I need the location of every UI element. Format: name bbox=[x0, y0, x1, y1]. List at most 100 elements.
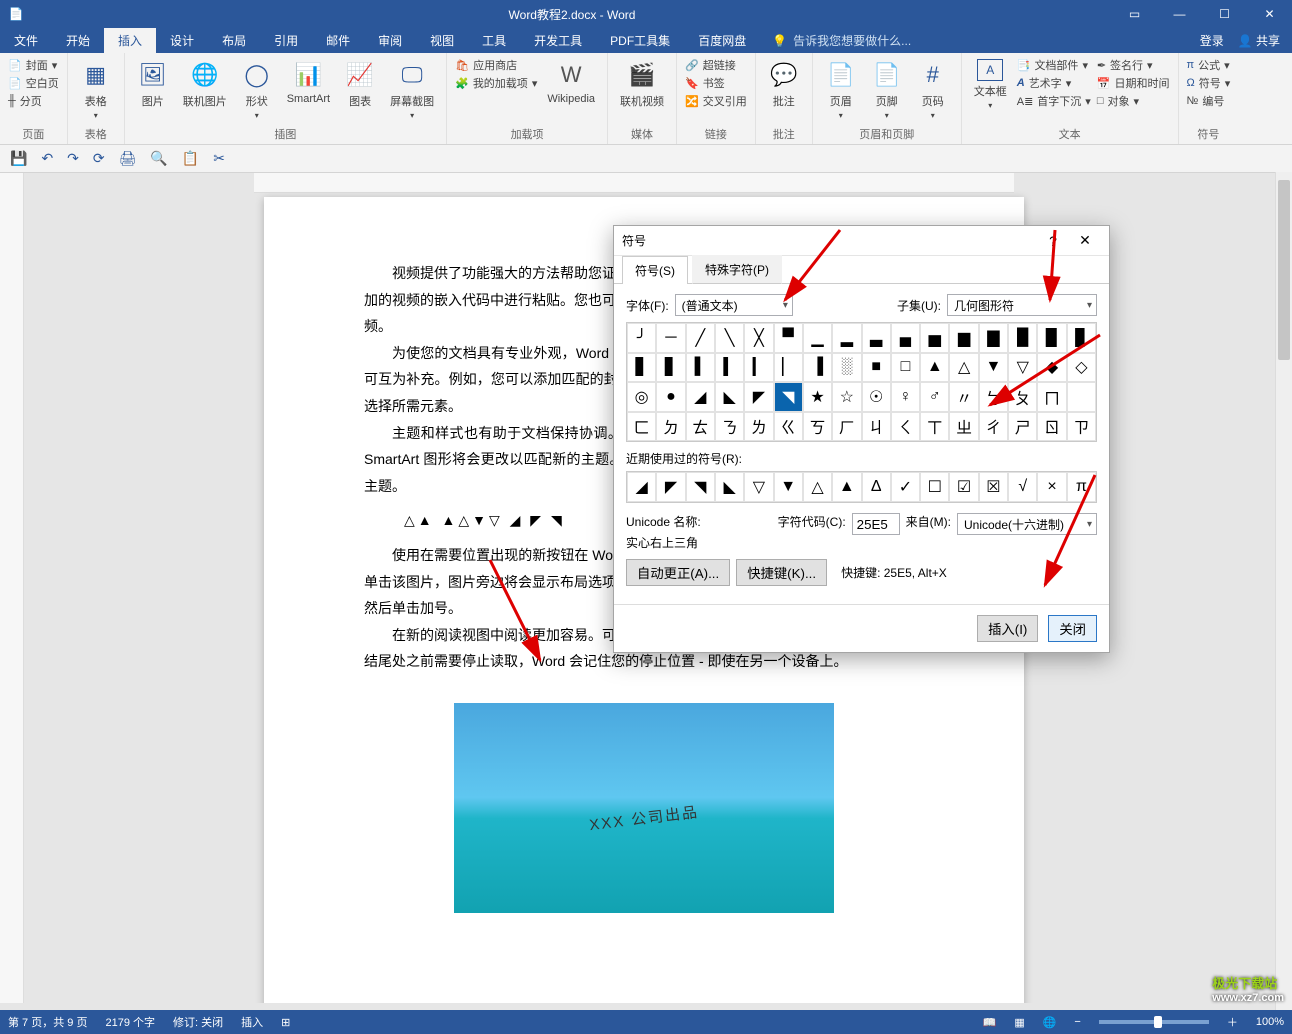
tell-me[interactable]: 💡告诉我您想要做什么... bbox=[772, 28, 911, 53]
symbol-cell[interactable]: ▐ bbox=[803, 353, 832, 383]
symbol-cell[interactable]: ● bbox=[656, 382, 685, 412]
status-insert[interactable]: 插入 bbox=[241, 1014, 263, 1030]
signature-button[interactable]: ✒签名行▾ bbox=[1097, 57, 1170, 73]
equation-button[interactable]: π公式▾ bbox=[1187, 57, 1231, 73]
recent-symbol-cell[interactable]: ◣ bbox=[715, 472, 744, 502]
symbol-cell[interactable]: △ bbox=[949, 353, 978, 383]
recent-symbol-cell[interactable]: ▽ bbox=[744, 472, 773, 502]
symbol-cell[interactable]: ▊ bbox=[1067, 323, 1096, 353]
symbol-cell[interactable]: ㄆ bbox=[1008, 382, 1037, 412]
font-combo[interactable]: (普通文本) bbox=[675, 294, 793, 316]
recent-symbol-cell[interactable]: ☐ bbox=[920, 472, 949, 502]
symbol-cell[interactable]: ☉ bbox=[862, 382, 891, 412]
symbol-cell[interactable]: ㄑ bbox=[891, 412, 920, 442]
symbol-cell[interactable]: ▃ bbox=[862, 323, 891, 353]
undo-icon[interactable]: ↶ bbox=[41, 150, 53, 167]
qat-icon-6[interactable]: 🔍 bbox=[150, 150, 167, 167]
recent-symbol-cell[interactable]: ▲ bbox=[832, 472, 861, 502]
quickparts-button[interactable]: 📑文档部件▾ bbox=[1017, 57, 1091, 73]
tab-design[interactable]: 设计 bbox=[156, 28, 208, 53]
share-button[interactable]: 👤 共享 bbox=[1238, 32, 1280, 49]
recent-symbol-cell[interactable]: × bbox=[1037, 472, 1066, 502]
tab-pdf[interactable]: PDF工具集 bbox=[596, 28, 684, 53]
table-button[interactable]: ▦表格▾ bbox=[76, 57, 116, 122]
autocorrect-button[interactable]: 自动更正(A)... bbox=[626, 559, 730, 586]
symbol-cell[interactable]: ㄉ bbox=[656, 412, 685, 442]
tab-layout[interactable]: 布局 bbox=[208, 28, 260, 53]
tab-review[interactable]: 审阅 bbox=[364, 28, 416, 53]
symbol-cell[interactable]: ░ bbox=[832, 353, 861, 383]
recent-symbol-cell[interactable]: √ bbox=[1008, 472, 1037, 502]
page-break-button[interactable]: ╫分页 bbox=[8, 93, 59, 109]
symbol-cell[interactable]: ☆ bbox=[832, 382, 861, 412]
symbol-button[interactable]: Ω符号▾ bbox=[1187, 75, 1231, 91]
close-window-button[interactable]: ✕ bbox=[1247, 0, 1292, 28]
crossref-button[interactable]: 🔀交叉引用 bbox=[685, 93, 747, 109]
recent-symbol-cell[interactable]: △ bbox=[803, 472, 832, 502]
symbol-cell[interactable]: ─ bbox=[656, 323, 685, 353]
symbol-cell[interactable]: 〃 bbox=[949, 382, 978, 412]
recent-symbol-cell[interactable]: ☑ bbox=[949, 472, 978, 502]
smartart-button[interactable]: 📊SmartArt bbox=[283, 57, 334, 107]
symbol-cell[interactable]: ╲ bbox=[715, 323, 744, 353]
qat-icon-4[interactable]: ⟳ bbox=[93, 150, 105, 167]
zoom-in-button[interactable]: ＋ bbox=[1227, 1014, 1238, 1030]
pagenum-button[interactable]: #页码▾ bbox=[913, 57, 953, 122]
symbol-cell[interactable]: ▽ bbox=[1008, 353, 1037, 383]
object-button[interactable]: □对象▾ bbox=[1097, 93, 1170, 109]
qat-icon-7[interactable]: 📋 bbox=[182, 150, 199, 167]
redo-icon[interactable]: ↷ bbox=[67, 150, 79, 167]
symbol-cell[interactable]: ▼ bbox=[979, 353, 1008, 383]
dialog-help-button[interactable]: ? bbox=[1037, 233, 1069, 249]
symbol-cell[interactable]: ◣ bbox=[715, 382, 744, 412]
view-read-icon[interactable]: 📖 bbox=[983, 1016, 997, 1029]
dialog-tab-special[interactable]: 特殊字符(P) bbox=[692, 255, 782, 284]
hyperlink-button[interactable]: 🔗超链接 bbox=[685, 57, 747, 73]
symbol-cell[interactable]: ㄐ bbox=[862, 412, 891, 442]
close-button[interactable]: 关闭 bbox=[1048, 615, 1097, 642]
footer-button[interactable]: 📄页脚▾ bbox=[867, 57, 907, 122]
status-page[interactable]: 第 7 页，共 9 页 bbox=[8, 1014, 87, 1030]
number-button[interactable]: №编号 bbox=[1187, 93, 1231, 109]
symbol-cell[interactable]: ◇ bbox=[1067, 353, 1096, 383]
store-button[interactable]: 🛍应用商店 bbox=[455, 57, 537, 73]
online-picture-button[interactable]: 🌐联机图片 bbox=[179, 57, 231, 111]
recent-symbol-cell[interactable]: π bbox=[1067, 472, 1096, 502]
tab-tools[interactable]: 工具 bbox=[468, 28, 520, 53]
ribbon-options-icon[interactable]: ▭ bbox=[1112, 0, 1157, 28]
tab-view[interactable]: 视图 bbox=[416, 28, 468, 53]
symbol-cell[interactable]: ㄅ bbox=[979, 382, 1008, 412]
symbol-cell[interactable]: ㄕ bbox=[1008, 412, 1037, 442]
symbol-cell[interactable]: ㄗ bbox=[1067, 412, 1096, 442]
symbol-cell[interactable]: ▄ bbox=[891, 323, 920, 353]
maximize-button[interactable]: ☐ bbox=[1202, 0, 1247, 28]
chart-button[interactable]: 📈图表 bbox=[340, 57, 380, 111]
screenshot-button[interactable]: 🖵屏幕截图▾ bbox=[386, 57, 438, 122]
vertical-scrollbar[interactable] bbox=[1275, 172, 1292, 1010]
symbol-cell[interactable]: ㄓ bbox=[949, 412, 978, 442]
minimize-button[interactable]: — bbox=[1157, 0, 1202, 28]
view-print-icon[interactable]: ▦ bbox=[1014, 1016, 1024, 1029]
symbol-cell[interactable]: ▀ bbox=[774, 323, 803, 353]
symbol-cell[interactable]: █ bbox=[1008, 323, 1037, 353]
symbol-cell[interactable]: ▏ bbox=[774, 353, 803, 383]
symbol-cell[interactable]: ♀ bbox=[891, 382, 920, 412]
symbol-cell[interactable]: ◤ bbox=[744, 382, 773, 412]
symbol-cell[interactable]: □ bbox=[891, 353, 920, 383]
symbol-cell[interactable]: ▅ bbox=[920, 323, 949, 353]
dialog-close-button[interactable]: ✕ bbox=[1069, 232, 1101, 249]
symbol-cell[interactable]: ▎ bbox=[744, 353, 773, 383]
recent-symbol-cell[interactable]: ◢ bbox=[627, 472, 656, 502]
symbol-cell[interactable]: ◢ bbox=[686, 382, 715, 412]
tab-references[interactable]: 引用 bbox=[260, 28, 312, 53]
symbol-cell[interactable]: ㄔ bbox=[979, 412, 1008, 442]
tab-mailings[interactable]: 邮件 bbox=[312, 28, 364, 53]
symbol-cell[interactable]: ▂ bbox=[832, 323, 861, 353]
symbol-cell[interactable]: ㄎ bbox=[803, 412, 832, 442]
my-addins-button[interactable]: 🧩我的加载项▾ bbox=[455, 75, 537, 91]
symbol-cell[interactable]: ╯ bbox=[627, 323, 656, 353]
recent-symbol-cell[interactable]: ▼ bbox=[774, 472, 803, 502]
symbol-cell[interactable]: ▇ bbox=[979, 323, 1008, 353]
symbol-cell[interactable]: ♂ bbox=[920, 382, 949, 412]
shapes-button[interactable]: ◯形状▾ bbox=[237, 57, 277, 122]
